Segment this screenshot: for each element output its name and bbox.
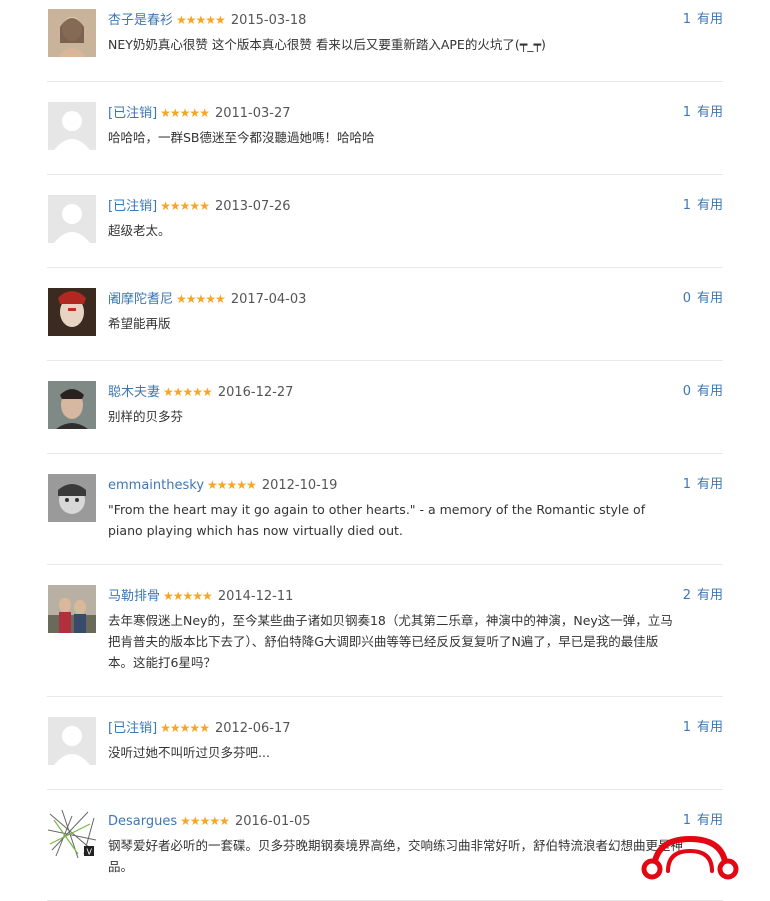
comment-header: [已注销] ★★★★★ 2012-06-17 xyxy=(108,719,291,738)
comment-date: 2014-12-11 xyxy=(217,589,294,604)
comment-item: 聪木夫妻 ★★★★★ 2016-12-27 0 有用 别样的贝多芬 xyxy=(47,361,723,454)
default-avatar-icon[interactable] xyxy=(48,195,96,243)
useful-label[interactable]: 有用 xyxy=(697,105,723,120)
star-rating: ★★★★★ xyxy=(163,589,213,603)
useful-label[interactable]: 有用 xyxy=(697,384,723,399)
user-photo-icon[interactable] xyxy=(48,9,96,57)
useful-count: 1 xyxy=(682,477,691,492)
useful-label[interactable]: 有用 xyxy=(697,588,723,603)
useful-vote[interactable]: 1 有用 xyxy=(683,812,723,830)
comment-date: 2016-12-27 xyxy=(217,385,294,400)
comment-item: 杏子是春衫 ★★★★★ 2015-03-18 1 有用 NEY奶奶真心很赞 这个版本真… xyxy=(47,0,723,82)
comment-header: [已注销] ★★★★★ 2013-07-26 xyxy=(108,197,291,216)
comment-item: V Desargues ★★★★★ 2016-01-05 1 有用 钢琴爱好者必听的一… xyxy=(47,790,723,901)
user-photo-icon[interactable]: V xyxy=(48,810,96,858)
comment-date: 2017-04-03 xyxy=(230,292,307,307)
comment-text: 别样的贝多芬 xyxy=(108,409,184,424)
comment-item: 马勒排骨 ★★★★★ 2014-12-11 2 有用 去年寒假迷上Ney的，至今某些曲… xyxy=(47,565,723,697)
comment-item: [已注销] ★★★★★ 2013-07-26 1 有用 超级老太。 xyxy=(47,175,723,268)
useful-vote[interactable]: 0 有用 xyxy=(683,290,723,308)
username-link[interactable]: [已注销] xyxy=(108,199,157,214)
comment-header: Desargues ★★★★★ 2016-01-05 xyxy=(108,812,311,831)
comment-header: 马勒排骨 ★★★★★ 2014-12-11 xyxy=(108,587,293,606)
useful-count: 1 xyxy=(682,198,691,213)
useful-label[interactable]: 有用 xyxy=(697,291,723,306)
comment-list: 杏子是春衫 ★★★★★ 2015-03-18 1 有用 NEY奶奶真心很赞 这个版本真… xyxy=(47,0,723,901)
star-rating: ★★★★★ xyxy=(207,478,257,492)
default-avatar-icon[interactable] xyxy=(48,717,96,765)
default-avatar-icon[interactable] xyxy=(48,102,96,150)
comment-date: 2012-06-17 xyxy=(214,721,291,736)
useful-vote[interactable]: 1 有用 xyxy=(683,11,723,29)
username-link[interactable]: Desargues xyxy=(108,814,177,829)
comment-item: [已注销] ★★★★★ 2011-03-27 1 有用 哈哈哈，一群SB德迷至今都沒聽… xyxy=(47,82,723,175)
comment-item: [已注销] ★★★★★ 2012-06-17 1 有用 没听过她不叫听过贝多芬吧... xyxy=(47,697,723,790)
useful-vote[interactable]: 0 有用 xyxy=(683,383,723,401)
comment-text: NEY奶奶真心很赞 这个版本真心很赞 看来以后又要重新踏入APE的火坑了(┯_┯… xyxy=(108,37,546,52)
useful-count: 2 xyxy=(682,588,691,603)
useful-count: 0 xyxy=(682,384,691,399)
comment-date: 2013-07-26 xyxy=(214,199,291,214)
comment-date: 2012-10-19 xyxy=(261,478,338,493)
username-link[interactable]: 马勒排骨 xyxy=(108,589,160,604)
comment-text: 没听过她不叫听过贝多芬吧... xyxy=(108,745,270,760)
star-rating: ★★★★★ xyxy=(176,13,226,27)
user-photo-icon[interactable] xyxy=(48,381,96,429)
useful-count: 0 xyxy=(682,291,691,306)
comment-item: emmainthesky ★★★★★ 2012-10-19 1 有用 "From th… xyxy=(47,454,723,565)
useful-count: 1 xyxy=(682,105,691,120)
comment-text: 钢琴爱好者必听的一套碟。贝多芬晚期钢奏境界高绝，交响练习曲非常好听，舒伯特流浪者… xyxy=(108,838,684,874)
comment-text: 去年寒假迷上Ney的，至今某些曲子诸如贝钢奏18（尤其第二乐章，神演中的神演，N… xyxy=(108,613,673,670)
comment-text: "From the heart may it go again to other… xyxy=(108,502,646,538)
comment-text: 超级老太。 xyxy=(108,223,171,238)
username-link[interactable]: [已注销] xyxy=(108,106,157,121)
useful-label[interactable]: 有用 xyxy=(697,813,723,828)
username-link[interactable]: 聪木夫妻 xyxy=(108,385,160,400)
star-rating: ★★★★★ xyxy=(176,292,226,306)
username-link[interactable]: emmainthesky xyxy=(108,478,204,493)
useful-label[interactable]: 有用 xyxy=(697,720,723,735)
comment-header: emmainthesky ★★★★★ 2012-10-19 xyxy=(108,476,337,495)
username-link[interactable]: 阇摩陀耆尼 xyxy=(108,292,173,307)
star-rating: ★★★★★ xyxy=(160,721,210,735)
comment-header: 聪木夫妻 ★★★★★ 2016-12-27 xyxy=(108,383,293,402)
comment-text: 希望能再版 xyxy=(108,316,171,331)
comment-date: 2015-03-18 xyxy=(230,13,307,28)
user-photo-icon[interactable] xyxy=(48,585,96,633)
comment-date: 2011-03-27 xyxy=(214,106,291,121)
useful-label[interactable]: 有用 xyxy=(697,477,723,492)
useful-vote[interactable]: 1 有用 xyxy=(683,104,723,122)
useful-vote[interactable]: 1 有用 xyxy=(683,197,723,215)
user-photo-icon[interactable] xyxy=(48,474,96,522)
comment-text: 哈哈哈，一群SB德迷至今都沒聽過她嗎！哈哈哈 xyxy=(108,130,375,145)
useful-vote[interactable]: 1 有用 xyxy=(683,719,723,737)
comment-header: 杏子是春衫 ★★★★★ 2015-03-18 xyxy=(108,11,306,30)
useful-count: 1 xyxy=(682,12,691,27)
star-rating: ★★★★★ xyxy=(160,106,210,120)
username-link[interactable]: [已注销] xyxy=(108,721,157,736)
useful-vote[interactable]: 2 有用 xyxy=(683,587,723,605)
useful-label[interactable]: 有用 xyxy=(697,12,723,27)
star-rating: ★★★★★ xyxy=(160,199,210,213)
headphones-logo-icon xyxy=(640,835,740,885)
useful-count: 1 xyxy=(682,813,691,828)
star-rating: ★★★★★ xyxy=(163,385,213,399)
comment-date: 2016-01-05 xyxy=(234,814,311,829)
comment-item: 阇摩陀耆尼 ★★★★★ 2017-04-03 0 有用 希望能再版 xyxy=(47,268,723,361)
username-link[interactable]: 杏子是春衫 xyxy=(108,13,173,28)
comment-header: [已注销] ★★★★★ 2011-03-27 xyxy=(108,104,291,123)
useful-count: 1 xyxy=(682,720,691,735)
svg-text:V: V xyxy=(87,848,93,857)
comment-header: 阇摩陀耆尼 ★★★★★ 2017-04-03 xyxy=(108,290,306,309)
user-photo-icon[interactable] xyxy=(48,288,96,336)
useful-label[interactable]: 有用 xyxy=(697,198,723,213)
useful-vote[interactable]: 1 有用 xyxy=(683,476,723,494)
star-rating: ★★★★★ xyxy=(180,814,230,828)
